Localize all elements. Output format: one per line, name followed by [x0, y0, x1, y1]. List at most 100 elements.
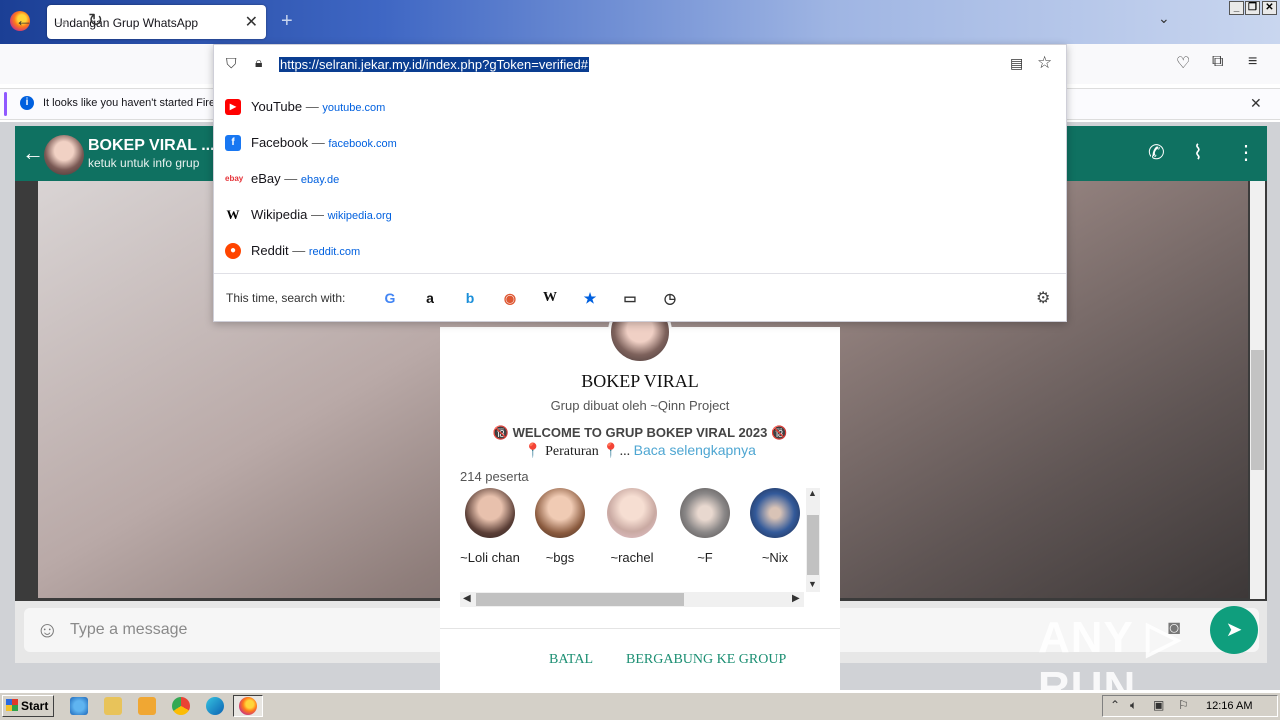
scroll-up-arrow-icon[interactable]: ▲ [808, 488, 817, 498]
notification-text: It looks like you haven't started Firefo… [43, 97, 213, 109]
tracking-protection-shield-icon[interactable]: ⛉ [226, 55, 237, 72]
suggestion-name: Wikipedia [251, 207, 308, 222]
member-avatar [750, 488, 800, 538]
ebay-icon: ebay [225, 171, 243, 187]
internet-explorer-icon[interactable] [70, 697, 88, 715]
history-icon[interactable]: ◷ [661, 289, 679, 307]
lock-icon[interactable]: 🔒︎ [255, 54, 262, 71]
members-vertical-thumb[interactable] [807, 515, 819, 575]
member-item[interactable]: ~F [675, 486, 735, 566]
dropdown-separator [214, 273, 1066, 274]
member-name: ~bgs [545, 550, 575, 565]
bookmarks-icon[interactable]: ★ [581, 289, 599, 307]
minimize-window-button[interactable]: _ [1229, 1, 1244, 15]
read-more-link[interactable]: Baca selengkapnya [634, 442, 756, 458]
amazon-icon[interactable]: a [421, 289, 439, 307]
scroll-left-arrow-icon[interactable]: ◀ [463, 593, 471, 604]
tab-close-icon[interactable]: ✕ [245, 12, 258, 32]
join-group-button[interactable]: BERGABUNG KE GROUP [626, 652, 786, 668]
tab-title: Undangan Grup WhatsApp [54, 16, 199, 30]
suggestion-domain: wikipedia.org [327, 210, 392, 222]
duckduckgo-icon[interactable]: ◉ [501, 289, 519, 307]
members-horizontal-thumb[interactable] [476, 593, 684, 606]
member-name: ~F [697, 550, 713, 565]
edge-icon[interactable] [206, 697, 224, 715]
volume-icon[interactable]: 🔈︎ [1130, 698, 1137, 713]
message-placeholder[interactable]: Type a message [70, 621, 187, 639]
reload-icon[interactable]: ↻ [88, 10, 103, 31]
scroll-down-arrow-icon[interactable]: ▼ [808, 579, 817, 589]
member-avatar [465, 488, 515, 538]
list-all-tabs-chevron-icon[interactable]: ⌄ [1158, 10, 1170, 27]
scroll-right-arrow-icon[interactable]: ▶ [792, 593, 800, 604]
restore-window-button[interactable]: ❐ [1245, 1, 1260, 15]
more-options-icon[interactable]: ⋮ [1236, 140, 1256, 165]
search-with-label: This time, search with: [226, 291, 346, 305]
new-tab-button[interactable]: + [281, 10, 293, 33]
member-avatar [680, 488, 730, 538]
dialog-title: BOKEP VIRAL [581, 371, 699, 391]
suggestion-dash: — [308, 135, 329, 150]
member-item[interactable]: ~Nix [745, 486, 805, 566]
rules-text: 📍 Peraturan 📍... [524, 444, 631, 459]
network-icon[interactable]: ▣ [1153, 698, 1164, 712]
member-name: ~Nix [761, 550, 789, 565]
paperclip-icon[interactable]: ⌇ [1193, 140, 1203, 165]
info-icon: i [20, 96, 34, 110]
google-icon[interactable]: G [381, 289, 399, 307]
pocket-icon[interactable]: ♡ [1176, 53, 1190, 73]
notification-close-icon[interactable]: ✕ [1250, 95, 1262, 112]
participant-count: 214 peserta [460, 469, 529, 484]
back-arrow-icon[interactable]: ← [22, 140, 44, 166]
browser-tab[interactable]: Undangan Grup WhatsApp ✕ [47, 5, 266, 39]
firefox-taskbar-icon[interactable] [239, 697, 257, 715]
group-name[interactable]: BOKEP VIRAL ... [88, 137, 215, 155]
extensions-icon[interactable]: ⧉ [1212, 53, 1223, 71]
member-name: ~rachel [610, 550, 654, 565]
action-center-flag-icon[interactable]: ⚐ [1178, 698, 1189, 712]
close-window-button[interactable]: ✕ [1262, 1, 1277, 15]
suggestion-ebay[interactable]: ebay eBay — ebay.de [225, 161, 1055, 197]
menu-icon[interactable]: ≡ [1248, 53, 1257, 71]
group-subtitle[interactable]: ketuk untuk info grup [88, 156, 199, 170]
tabs-icon[interactable]: ▭ [621, 289, 639, 307]
emoji-icon[interactable]: ☺ [36, 617, 58, 643]
dialog-welcome: 🔞 WELCOME TO GRUP BOKEP VIRAL 2023 🔞 [492, 425, 788, 440]
bing-icon[interactable]: b [461, 289, 479, 307]
bookmark-star-icon[interactable]: ☆ [1037, 53, 1052, 73]
member-item[interactable]: ~rachel [602, 486, 662, 566]
suggestion-reddit[interactable]: ● Reddit — reddit.com [225, 233, 1055, 269]
group-avatar[interactable] [44, 135, 84, 175]
back-icon[interactable]: ← [15, 10, 33, 31]
suggestion-dash: — [302, 99, 323, 114]
gear-icon[interactable]: ⚙ [1036, 288, 1050, 308]
forward-icon[interactable]: → [52, 10, 70, 31]
cancel-button[interactable]: BATAL [549, 652, 593, 668]
member-avatar [535, 488, 585, 538]
wikipedia-icon: W [225, 207, 241, 223]
suggestion-dash: — [307, 207, 328, 222]
tray-expand-icon[interactable]: ⌃ [1110, 698, 1120, 712]
suggestion-domain: youtube.com [322, 102, 386, 114]
suggestion-youtube[interactable]: ▶ YouTube — youtube.com [225, 89, 1055, 125]
taskbar [0, 692, 1280, 720]
media-player-icon[interactable] [138, 697, 156, 715]
reddit-icon: ● [225, 243, 241, 259]
dialog-creator: Grup dibuat oleh ~Qinn Project [550, 398, 730, 413]
reader-view-icon[interactable]: ▤ [1010, 55, 1023, 72]
wikipedia-search-icon[interactable]: W [541, 289, 559, 307]
suggestion-name: eBay [251, 171, 281, 186]
suggestion-wikipedia[interactable]: W Wikipedia — wikipedia.org [225, 197, 1055, 233]
file-explorer-icon[interactable] [104, 697, 122, 715]
chat-scrollbar-thumb[interactable] [1251, 350, 1264, 470]
member-item[interactable]: ~bgs [530, 486, 590, 566]
facebook-icon: f [225, 135, 241, 151]
suggestion-dash: — [288, 243, 309, 258]
suggestion-facebook[interactable]: f Facebook — facebook.com [225, 125, 1055, 161]
windows-flag-icon [6, 699, 18, 711]
member-item[interactable]: ~Loli chan [460, 486, 520, 566]
clock[interactable]: 12:16 AM [1206, 700, 1252, 712]
url-input[interactable]: https://selrani.jekar.my.id/index.php?gT… [279, 57, 589, 72]
phone-icon[interactable]: ✆ [1148, 140, 1165, 165]
chrome-icon[interactable] [172, 697, 190, 715]
